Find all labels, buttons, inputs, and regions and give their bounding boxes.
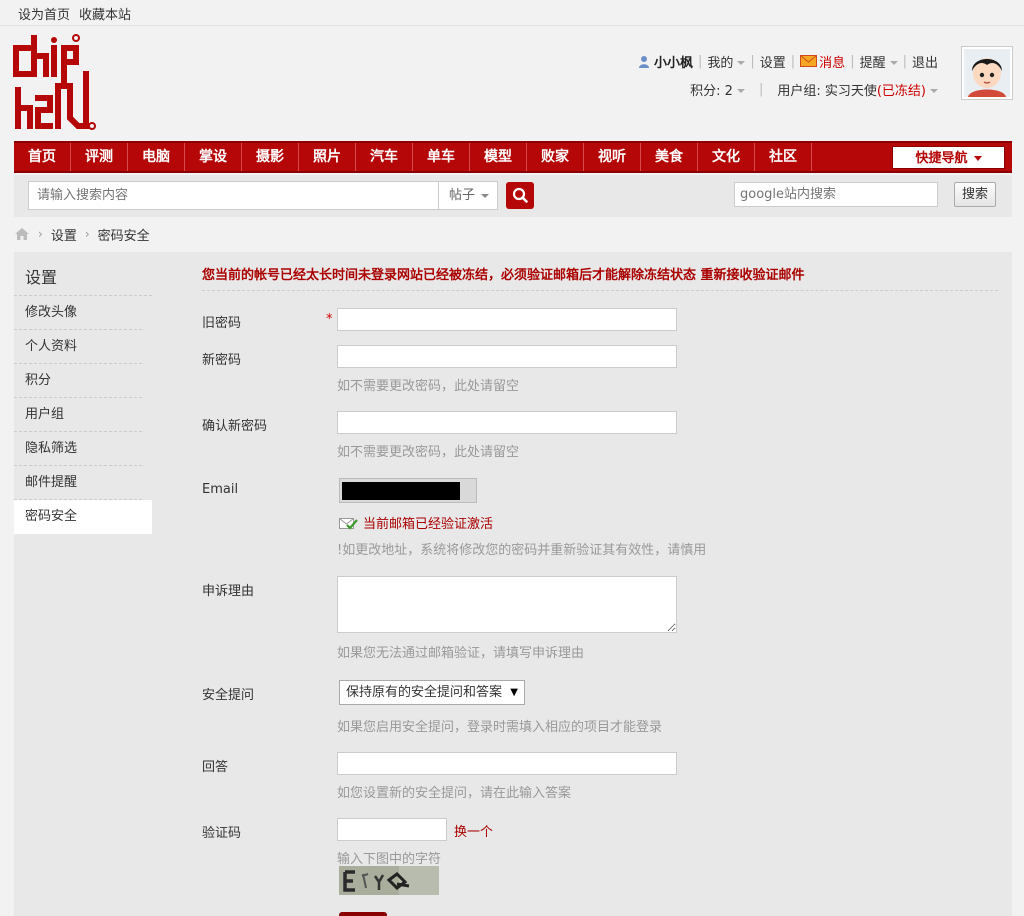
appeal-hint: 如果您无法通过邮箱验证，请填写申诉理由 <box>337 646 585 661</box>
search-button[interactable] <box>506 182 534 209</box>
sidebar-item-usergroup[interactable]: 用户组 <box>14 398 142 432</box>
security-question-hint: 如果您启用安全提问，登录时需填入相应的项目才能登录 <box>337 720 663 735</box>
search-icon <box>512 187 528 203</box>
quick-nav-button[interactable]: 快捷导航 <box>892 146 1005 169</box>
username-link[interactable]: 小小枫 <box>654 52 693 71</box>
breadcrumb: › 设置 › 密码安全 <box>14 224 150 244</box>
captcha-input[interactable] <box>337 818 447 841</box>
chevron-down-icon <box>889 61 898 65</box>
bookmark-link[interactable]: 收藏本站 <box>79 4 131 23</box>
divider <box>202 290 998 291</box>
nav-item[interactable]: 模型 <box>470 143 527 171</box>
nav-item[interactable]: 败家 <box>527 143 584 171</box>
nav-item[interactable]: 文化 <box>698 143 755 171</box>
chiphell-logo[interactable] <box>12 34 102 134</box>
redacted-email <box>342 482 460 500</box>
nav-item[interactable]: 摄影 <box>242 143 299 171</box>
points-menu[interactable]: 积分: 2 <box>690 80 745 99</box>
chevron-right-icon: › <box>84 227 90 241</box>
nav-item[interactable]: 视听 <box>584 143 641 171</box>
nav-item[interactable]: 社区 <box>755 143 812 171</box>
answer-input[interactable] <box>337 752 677 775</box>
captcha-image[interactable] <box>339 866 439 895</box>
email-hint: !如更改地址，系统将修改您的密码并重新验证其有效性，请慎用 <box>337 543 707 558</box>
main-panel: 设置 修改头像 个人资料 积分 用户组 隐私筛选 邮件提醒 密码安全 您当前的帐… <box>14 252 1012 916</box>
verified-mail-icon <box>339 517 358 530</box>
sidebar-item-credits[interactable]: 积分 <box>14 364 142 398</box>
google-search-button[interactable]: 搜索 <box>954 182 996 207</box>
home-icon[interactable] <box>14 227 30 241</box>
chevron-down-icon <box>736 89 745 93</box>
captcha-label: 验证码 <box>202 826 242 841</box>
refresh-captcha-link[interactable]: 换一个 <box>454 821 493 840</box>
appeal-label: 申诉理由 <box>202 584 255 599</box>
settings-link[interactable]: 设置 <box>760 52 786 71</box>
sidebar-item-password-security[interactable]: 密码安全 <box>14 500 152 534</box>
nav-item[interactable]: 掌设 <box>185 143 242 171</box>
envelope-icon <box>800 55 818 67</box>
nav-item[interactable]: 单车 <box>413 143 470 171</box>
reminders-menu[interactable]: 提醒 <box>860 52 898 71</box>
my-menu[interactable]: 我的 <box>707 52 746 71</box>
sidebar-item-profile[interactable]: 个人资料 <box>14 330 142 364</box>
chevron-down-icon <box>737 61 746 65</box>
settings-sidebar: 设置 修改头像 个人资料 积分 用户组 隐私筛选 邮件提醒 密码安全 <box>14 252 152 534</box>
sidebar-item-privacy[interactable]: 隐私筛选 <box>14 432 142 466</box>
search-bar: 帖子 搜索 <box>14 175 1012 217</box>
new-password-input[interactable] <box>337 345 677 368</box>
user-info: 小小枫 | 我的 | 设置 | 消息 | 提醒 | 退出 积分: 2 | 用户组… <box>638 50 938 100</box>
top-bar: 设为首页 收藏本站 <box>0 0 1024 26</box>
nav-item[interactable]: 电脑 <box>128 143 185 171</box>
required-mark: * <box>326 312 333 327</box>
breadcrumb-password-security[interactable]: 密码安全 <box>98 225 150 244</box>
usergroup-menu[interactable]: 用户组: 实习天使(已冻结) <box>777 80 938 99</box>
main-nav: 首页 评测 电脑 掌设 摄影 照片 汽车 单车 模型 败家 视听 美食 文化 社区 快捷导航 <box>14 141 1012 173</box>
nav-item[interactable]: 美食 <box>641 143 698 171</box>
submit-button[interactable] <box>339 912 387 916</box>
nav-item[interactable]: 照片 <box>299 143 356 171</box>
google-search-input[interactable] <box>734 182 938 207</box>
old-password-input[interactable] <box>337 308 677 331</box>
avatar[interactable] <box>961 46 1013 100</box>
search-type-select[interactable]: 帖子 <box>438 181 498 210</box>
user-icon <box>638 55 650 68</box>
security-question-label: 安全提问 <box>202 688 255 703</box>
dropdown-arrow-icon: ▼ <box>510 687 518 698</box>
sidebar-item-email-alerts[interactable]: 邮件提醒 <box>14 466 142 500</box>
logout-link[interactable]: 退出 <box>912 52 938 71</box>
set-homepage-link[interactable]: 设为首页 <box>18 4 70 23</box>
search-input[interactable] <box>28 181 438 210</box>
new-password-hint: 如不需要更改密码，此处请留空 <box>337 379 520 394</box>
confirm-password-hint: 如不需要更改密码，此处请留空 <box>337 445 520 460</box>
frozen-notice[interactable]: 您当前的帐号已经太长时间未登录网站已经被冻结，必须验证邮箱后才能解除冻结状态 重… <box>202 264 805 283</box>
new-password-label: 新密码 <box>202 353 242 368</box>
security-question-select[interactable]: 保持原有的安全提问和答案 ▼ <box>339 680 525 705</box>
nav-item[interactable]: 评测 <box>71 143 128 171</box>
breadcrumb-settings[interactable]: 设置 <box>51 225 77 244</box>
messages-link[interactable]: 消息 <box>800 52 845 71</box>
old-password-label: 旧密码 <box>202 316 242 331</box>
chevron-right-icon: › <box>38 227 43 241</box>
chevron-down-icon <box>930 89 938 93</box>
appeal-textarea[interactable] <box>337 576 677 633</box>
nav-item[interactable]: 汽车 <box>356 143 413 171</box>
nav-item[interactable]: 首页 <box>14 143 71 171</box>
captcha-hint: 输入下图中的字符 <box>337 852 442 867</box>
confirm-password-label: 确认新密码 <box>202 419 268 434</box>
chevron-down-icon <box>481 193 490 198</box>
confirm-password-input[interactable] <box>337 411 677 434</box>
email-label: Email <box>202 482 239 497</box>
sidebar-title: 设置 <box>14 252 152 296</box>
answer-label: 回答 <box>202 760 229 775</box>
email-field[interactable] <box>339 478 477 503</box>
chevron-down-icon <box>973 156 982 161</box>
sidebar-item-avatar[interactable]: 修改头像 <box>14 296 142 330</box>
email-verified-status: 当前邮箱已经验证激活 <box>339 513 493 532</box>
answer-hint: 如您设置新的安全提问，请在此输入答案 <box>337 786 572 801</box>
